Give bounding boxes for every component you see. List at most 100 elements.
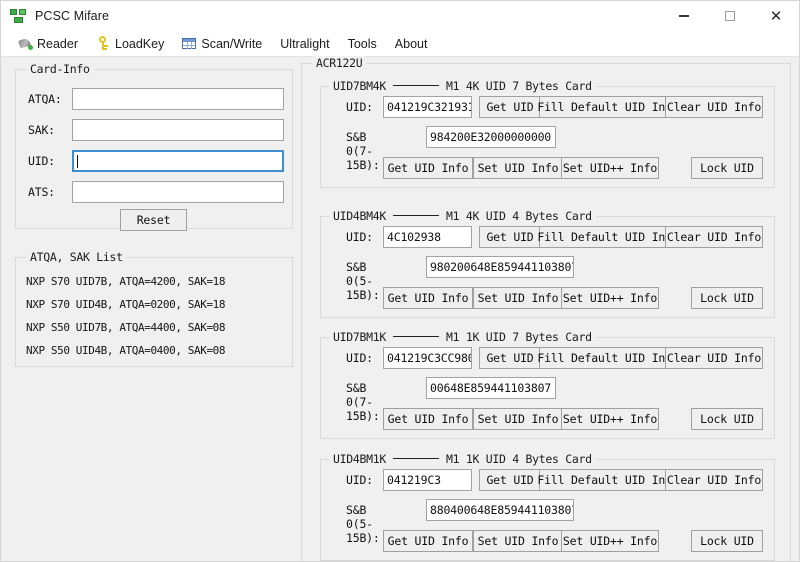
card-group-tag: UID7BM1K bbox=[333, 330, 386, 344]
menu-item-label: Scan/Write bbox=[201, 36, 263, 51]
close-button[interactable]: ✕ bbox=[753, 1, 799, 31]
field-row-uid: UID: bbox=[28, 150, 284, 172]
set-uid-info-button[interactable]: Set UID Info bbox=[473, 530, 563, 552]
get-uid-button[interactable]: Get UID bbox=[479, 96, 541, 118]
legend-divider bbox=[393, 215, 439, 216]
menu-item-scan-write[interactable]: Scan/Write bbox=[173, 33, 271, 55]
atqa-input[interactable] bbox=[72, 88, 284, 110]
uid-input[interactable]: 041219C3 bbox=[383, 469, 472, 491]
menu-item-label: Ultralight bbox=[280, 36, 330, 51]
sb-input[interactable]: 980200648E859441103807 bbox=[426, 256, 574, 278]
lock-uid-button[interactable]: Lock UID bbox=[691, 287, 763, 309]
atqa-sak-list-group: ATQA, SAK List NXP S70 UID7B, ATQA=4200,… bbox=[15, 250, 293, 367]
uid-input[interactable]: 4C102938 bbox=[383, 226, 472, 248]
minimize-button[interactable] bbox=[661, 1, 707, 31]
atqa-sak-list-legend: ATQA, SAK List bbox=[26, 250, 127, 264]
set-uid-info-button[interactable]: Set UID Info bbox=[473, 287, 563, 309]
menu-item-tools[interactable]: Tools bbox=[339, 33, 386, 55]
uid-label: UID: bbox=[346, 100, 373, 114]
card-group-desc: M1 1K UID 4 Bytes Card bbox=[446, 452, 592, 466]
atqa-label: ATQA: bbox=[28, 92, 62, 106]
set-uid-pp-info-button[interactable]: Set UID++ Info bbox=[561, 157, 659, 179]
list-item: NXP S50 UID7B, ATQA=4400, SAK=08 bbox=[26, 321, 226, 334]
clear-uid-info-button[interactable]: Clear UID Info bbox=[665, 469, 763, 491]
lock-uid-button[interactable]: Lock UID bbox=[691, 157, 763, 179]
card-group-tag: UID7BM4K bbox=[333, 79, 386, 93]
acr122u-legend: ACR122U bbox=[312, 56, 367, 70]
application-window: PCSC Mifare ✕ Reader LoadKey Scan/Write … bbox=[0, 0, 800, 562]
menu-item-label: About bbox=[394, 36, 428, 51]
sb-input[interactable]: 984200E32000000000 bbox=[426, 126, 556, 148]
sak-label: SAK: bbox=[28, 123, 55, 137]
sb-input[interactable]: 880400648E859441103807 bbox=[426, 499, 574, 521]
lock-uid-button[interactable]: Lock UID bbox=[691, 408, 763, 430]
ats-input[interactable] bbox=[72, 181, 284, 203]
maximize-button[interactable] bbox=[707, 1, 753, 31]
field-row-sak: SAK: bbox=[28, 119, 284, 141]
menu-item-loadkey[interactable]: LoadKey bbox=[87, 33, 173, 55]
menu-item-ultralight[interactable]: Ultralight bbox=[271, 33, 338, 55]
uid-input[interactable] bbox=[72, 150, 284, 172]
sb-label: S&B 0(7-15B): bbox=[346, 381, 380, 423]
get-uid-button[interactable]: Get UID bbox=[479, 226, 541, 248]
set-uid-info-button[interactable]: Set UID Info bbox=[473, 408, 563, 430]
card-group-tag: UID4BM4K bbox=[333, 209, 386, 223]
menu-item-about[interactable]: About bbox=[386, 33, 437, 55]
set-uid-pp-info-button[interactable]: Set UID++ Info bbox=[561, 530, 659, 552]
card-group-tag: UID4BM1K bbox=[333, 452, 386, 466]
lock-uid-button[interactable]: Lock UID bbox=[691, 530, 763, 552]
get-uid-button[interactable]: Get UID bbox=[479, 469, 541, 491]
sak-input[interactable] bbox=[72, 119, 284, 141]
uid-label: UID: bbox=[28, 154, 55, 168]
set-uid-pp-info-button[interactable]: Set UID++ Info bbox=[561, 408, 659, 430]
list-item: NXP S70 UID7B, ATQA=4200, SAK=18 bbox=[26, 275, 226, 288]
text-caret bbox=[77, 154, 78, 168]
card-group-uid7bm4k: UID7BM4K M1 4K UID 7 Bytes Card UID: 0412… bbox=[320, 79, 775, 188]
uid-input[interactable]: 041219C3219316 bbox=[383, 96, 472, 118]
get-uid-button[interactable]: Get UID bbox=[479, 347, 541, 369]
clear-uid-info-button[interactable]: Clear UID Info bbox=[665, 226, 763, 248]
card-group-legend: UID4BM4K M1 4K UID 4 Bytes Card bbox=[329, 209, 596, 223]
minimize-icon bbox=[679, 15, 689, 17]
field-row-atqa: ATQA: bbox=[28, 88, 284, 110]
clear-uid-info-button[interactable]: Clear UID Info bbox=[665, 96, 763, 118]
get-uid-info-button[interactable]: Get UID Info bbox=[383, 530, 473, 552]
card-info-group: Card-Info ATQA: SAK: UID: ATS: Reset bbox=[15, 62, 293, 231]
legend-divider bbox=[393, 85, 439, 86]
card-group-desc: M1 1K UID 7 Bytes Card bbox=[446, 330, 592, 344]
chip-icon bbox=[10, 8, 26, 24]
uid-label: UID: bbox=[346, 351, 373, 365]
clear-uid-info-button[interactable]: Clear UID Info bbox=[665, 347, 763, 369]
get-uid-info-button[interactable]: Get UID Info bbox=[383, 408, 473, 430]
sb-input[interactable]: 00648E859441103807 bbox=[426, 377, 556, 399]
set-uid-info-button[interactable]: Set UID Info bbox=[473, 157, 563, 179]
legend-divider bbox=[393, 458, 439, 459]
reset-button[interactable]: Reset bbox=[120, 209, 187, 231]
fill-default-uid-info-button[interactable]: Fill Default UID Info bbox=[537, 226, 679, 248]
uid-label: UID: bbox=[346, 230, 373, 244]
key-icon bbox=[96, 36, 111, 51]
get-uid-info-button[interactable]: Get UID Info bbox=[383, 157, 473, 179]
acr122u-group: ACR122U UID7BM4K M1 4K UID 7 Bytes Card U… bbox=[301, 56, 791, 562]
menu-item-label: LoadKey bbox=[115, 36, 165, 51]
title-bar: PCSC Mifare ✕ bbox=[1, 1, 799, 31]
fill-default-uid-info-button[interactable]: Fill Default UID Info bbox=[537, 96, 679, 118]
menu-item-label: Reader bbox=[37, 36, 78, 51]
menu-bar: Reader LoadKey Scan/Write Ultralight Too… bbox=[1, 31, 799, 57]
uid-input[interactable]: 041219C3CC9802 bbox=[383, 347, 472, 369]
card-group-legend: UID7BM4K M1 4K UID 7 Bytes Card bbox=[329, 79, 596, 93]
card-group-legend: UID4BM1K M1 1K UID 4 Bytes Card bbox=[329, 452, 596, 466]
list-item: NXP S50 UID4B, ATQA=0400, SAK=08 bbox=[26, 344, 226, 357]
menu-item-label: Tools bbox=[347, 36, 377, 51]
set-uid-pp-info-button[interactable]: Set UID++ Info bbox=[561, 287, 659, 309]
card-info-legend: Card-Info bbox=[26, 62, 94, 76]
sb-label: S&B 0(7-15B): bbox=[346, 130, 380, 172]
close-icon: ✕ bbox=[769, 6, 783, 25]
fill-default-uid-info-button[interactable]: Fill Default UID Info bbox=[537, 347, 679, 369]
ats-label: ATS: bbox=[28, 185, 55, 199]
fill-default-uid-info-button[interactable]: Fill Default UID Info bbox=[537, 469, 679, 491]
menu-item-reader[interactable]: Reader bbox=[9, 33, 87, 55]
field-row-ats: ATS: bbox=[28, 181, 284, 203]
list-item: NXP S70 UID4B, ATQA=0200, SAK=18 bbox=[26, 298, 226, 311]
get-uid-info-button[interactable]: Get UID Info bbox=[383, 287, 473, 309]
